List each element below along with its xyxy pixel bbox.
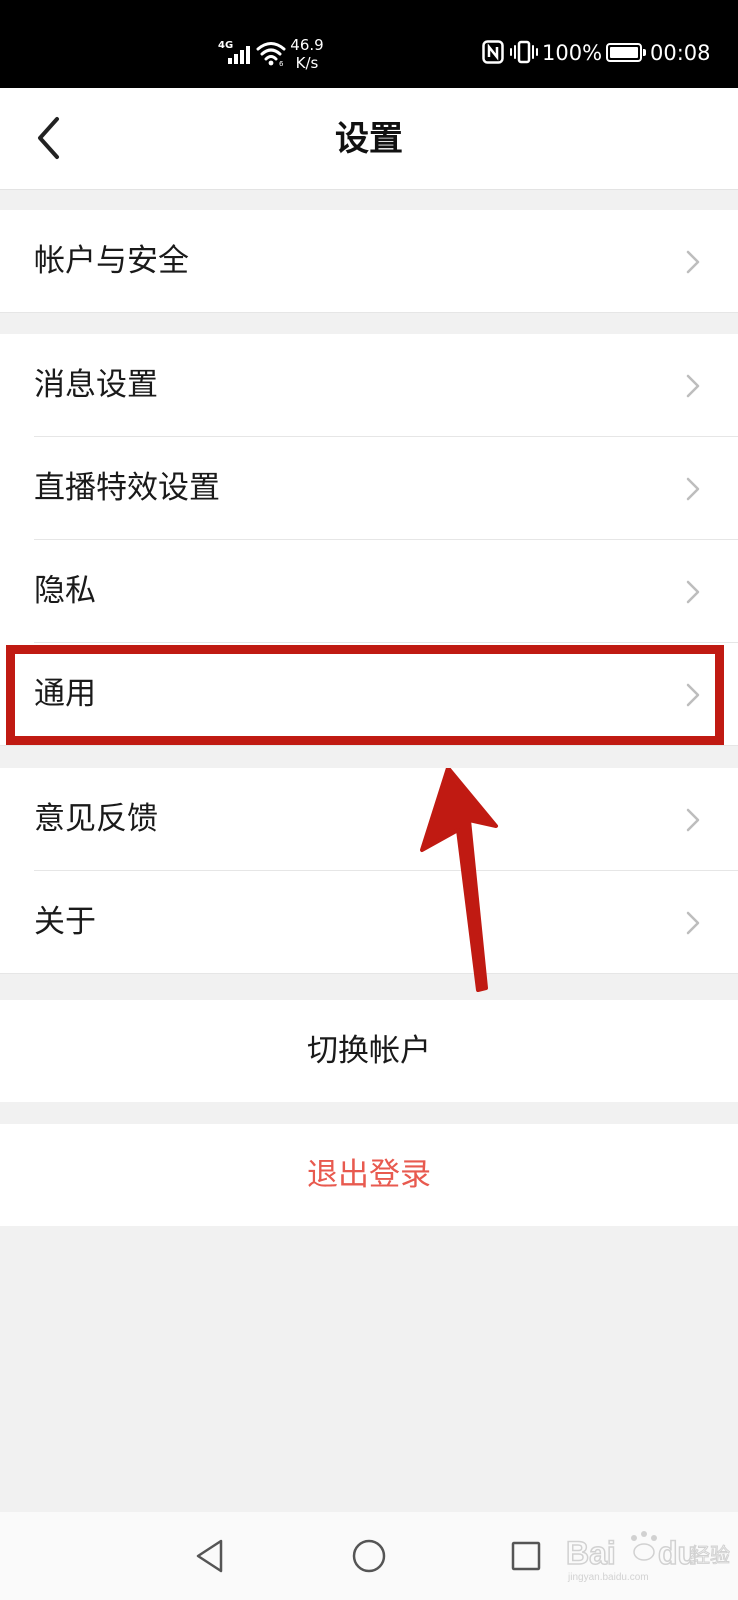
clock: 00:08 <box>650 41 711 65</box>
settings-item-label: 消息设置 <box>34 367 158 403</box>
nfc-icon <box>482 40 504 64</box>
home-circle-icon <box>352 1539 386 1573</box>
nav-back-button[interactable] <box>180 1526 240 1586</box>
network-speed: 46.9 K/s <box>286 36 328 72</box>
vibrate-icon <box>510 40 538 64</box>
nav-home-button[interactable] <box>339 1526 399 1586</box>
settings-item-privacy[interactable]: 隐私 <box>0 540 738 643</box>
chevron-right-icon <box>686 580 700 604</box>
chevron-right-icon <box>686 911 700 935</box>
settings-item-label: 关于 <box>34 904 96 940</box>
settings-item-label: 直播特效设置 <box>34 470 220 506</box>
logout-button[interactable]: 退出登录 <box>0 1124 738 1226</box>
settings-item-live-effects[interactable]: 直播特效设置 <box>0 437 738 540</box>
app-header: 设置 <box>0 88 738 190</box>
settings-item-label: 意见反馈 <box>34 801 158 837</box>
chevron-right-icon <box>686 250 700 274</box>
recents-square-icon <box>511 1541 541 1571</box>
settings-item-about[interactable]: 关于 <box>0 871 738 974</box>
back-triangle-icon <box>196 1539 223 1573</box>
chevron-right-icon <box>686 683 700 707</box>
speed-unit: K/s <box>295 54 319 72</box>
wifi-icon: 6 <box>256 42 286 66</box>
settings-item-label: 隐私 <box>34 573 96 609</box>
speed-value: 46.9 <box>290 36 324 54</box>
page-title: 设置 <box>335 119 403 159</box>
battery-icon <box>606 43 646 62</box>
svg-text:6: 6 <box>279 60 284 66</box>
signal-icon <box>228 42 250 64</box>
settings-group-account: 帐户与安全 <box>0 210 738 313</box>
settings-item-feedback[interactable]: 意见反馈 <box>0 768 738 871</box>
status-bar: 4G 6 46.9 K/s 100% 00:08 <box>0 0 738 88</box>
settings-item-general[interactable]: 通用 <box>0 643 738 746</box>
chevron-right-icon <box>686 374 700 398</box>
system-nav-bar <box>0 1512 738 1600</box>
battery-percent: 100% <box>542 41 603 65</box>
switch-account-button[interactable]: 切换帐户 <box>0 1000 738 1102</box>
chevron-right-icon <box>686 808 700 832</box>
settings-item-label: 通用 <box>34 676 96 712</box>
settings-group-support: 意见反馈 关于 <box>0 768 738 974</box>
nav-recents-button[interactable] <box>496 1526 556 1586</box>
settings-item-account-security[interactable]: 帐户与安全 <box>0 210 738 313</box>
settings-item-label: 帐户与安全 <box>34 243 189 279</box>
settings-item-message[interactable]: 消息设置 <box>0 334 738 437</box>
settings-group-main: 消息设置 直播特效设置 隐私 通用 <box>0 334 738 746</box>
chevron-right-icon <box>686 477 700 501</box>
